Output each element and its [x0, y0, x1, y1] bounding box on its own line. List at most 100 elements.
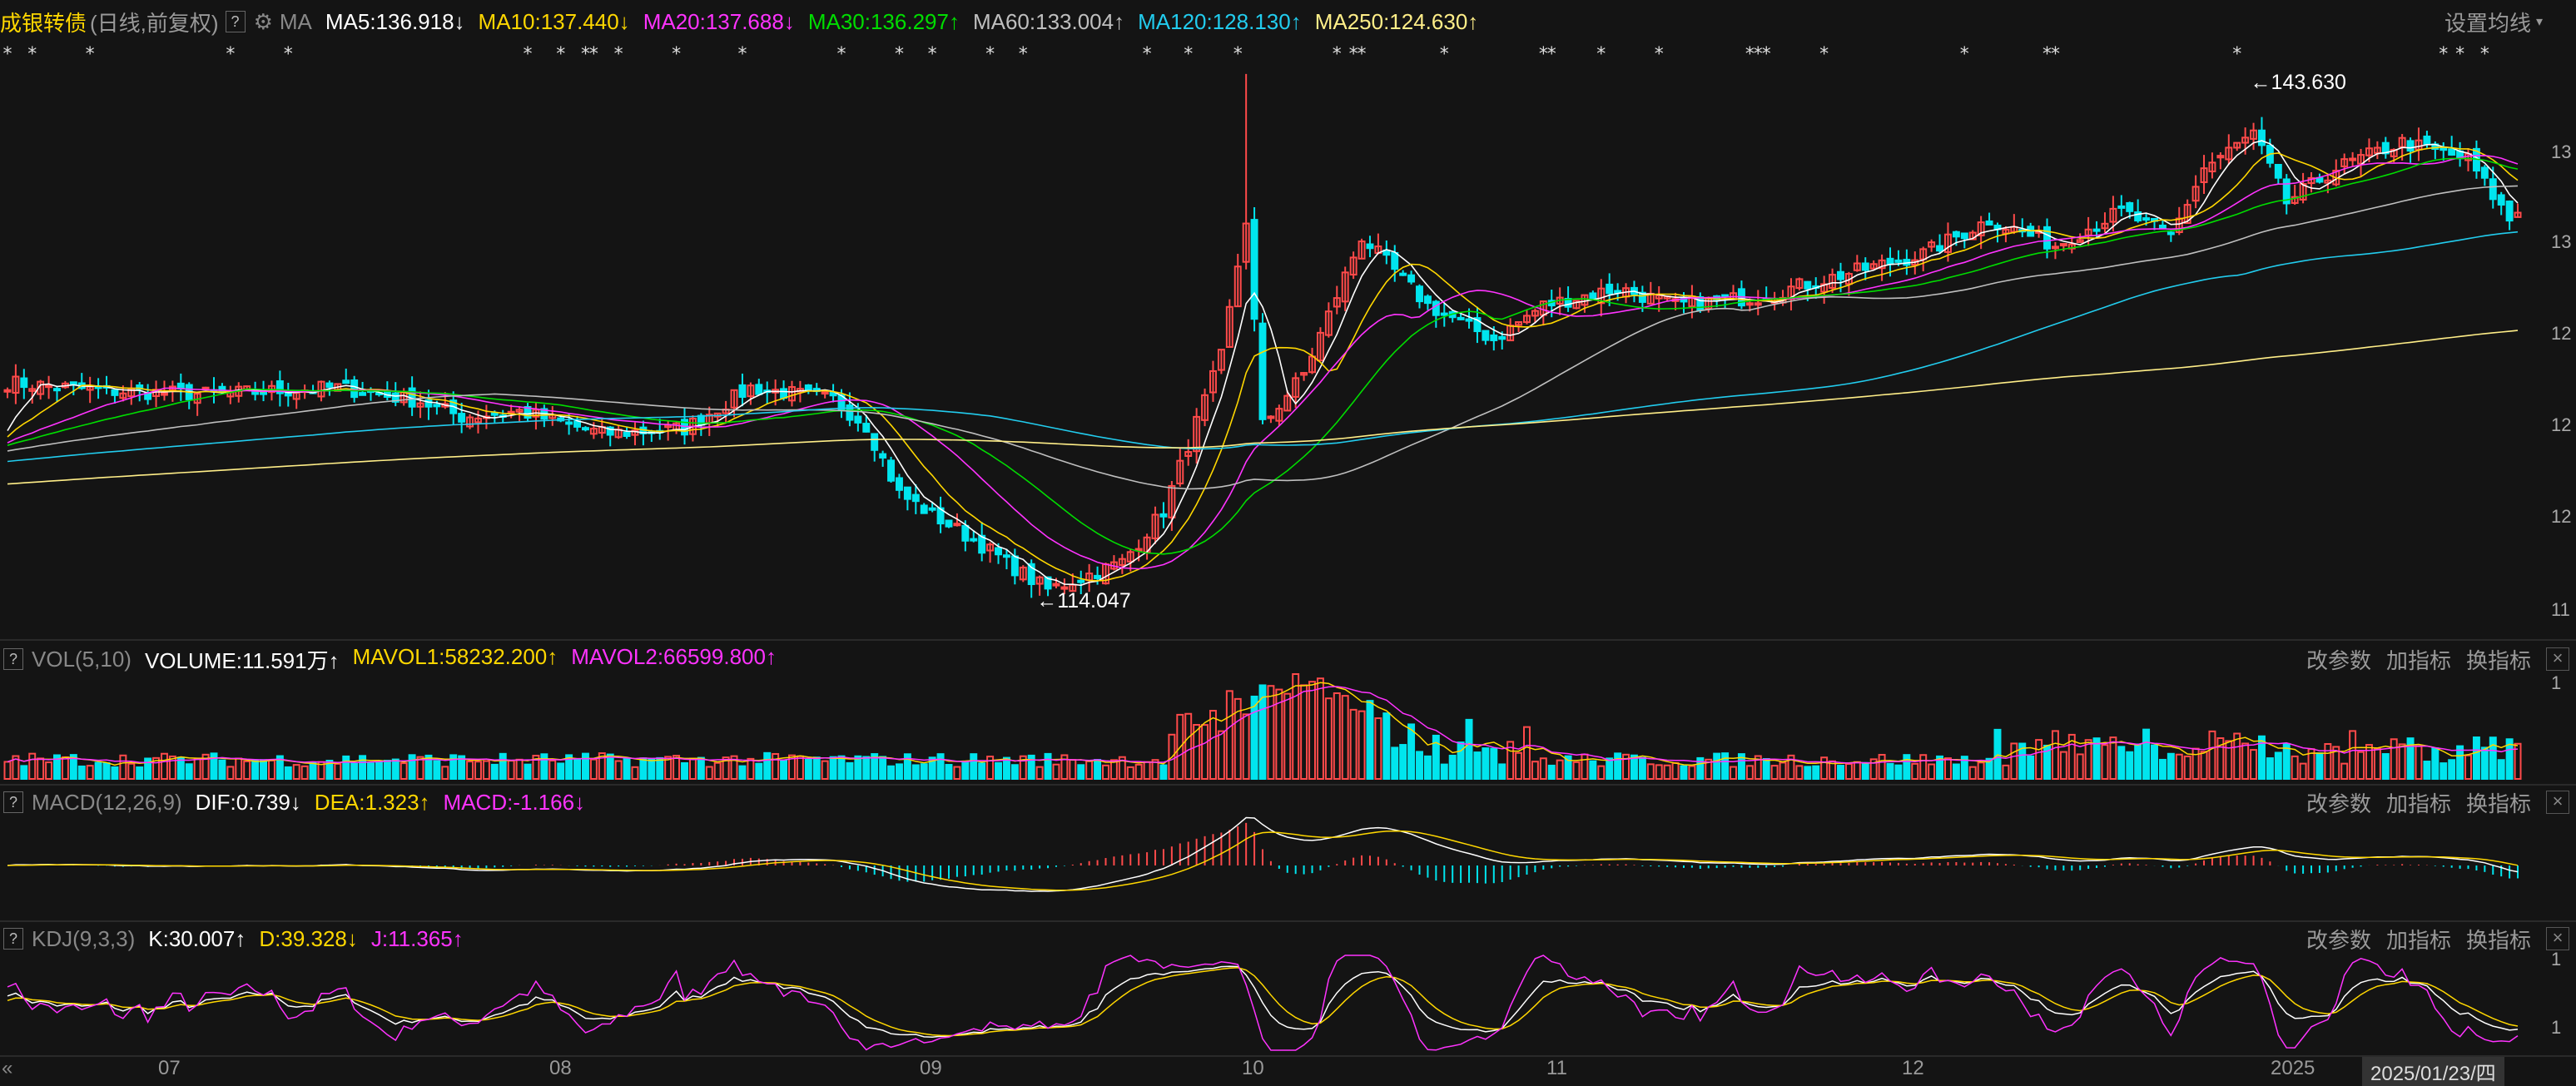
volume-bar[interactable] [1606, 757, 1614, 780]
candle-body[interactable] [1432, 300, 1440, 316]
volume-bar[interactable] [2299, 762, 2307, 780]
volume-bar[interactable] [1094, 759, 1102, 781]
volume-bar[interactable] [681, 761, 688, 780]
volume-bar[interactable] [978, 762, 986, 780]
volume-bar[interactable] [2390, 738, 2398, 781]
volume-bar[interactable] [292, 764, 300, 780]
volume-bar[interactable] [812, 756, 821, 781]
candle-body[interactable] [342, 379, 350, 384]
volume-bar[interactable] [961, 761, 970, 780]
volume-bar[interactable] [1820, 756, 1829, 780]
candle-body[interactable] [565, 421, 573, 425]
volume-bar[interactable] [334, 762, 342, 780]
volume-bar[interactable] [2381, 753, 2390, 780]
volume-bar[interactable] [1638, 756, 1646, 781]
volume-bar[interactable] [1490, 747, 1498, 780]
candle-body[interactable] [1399, 272, 1407, 276]
volume-bar[interactable] [1002, 756, 1010, 781]
candle-body[interactable] [2315, 176, 2324, 183]
candle-body[interactable] [69, 381, 77, 385]
candle-body[interactable] [176, 382, 185, 389]
volume-bar[interactable] [2051, 730, 2059, 781]
volume-bar[interactable] [507, 760, 515, 780]
volume-bar[interactable] [1853, 761, 1861, 780]
volume-bar[interactable] [400, 762, 408, 780]
volume-bar[interactable] [1680, 765, 1688, 781]
volume-bar[interactable] [705, 766, 713, 780]
candle-body[interactable] [862, 423, 871, 433]
event-marker[interactable]: * [928, 44, 937, 65]
volume-bar[interactable] [2489, 736, 2497, 781]
volume-bar[interactable] [1688, 765, 1696, 780]
candle-body[interactable] [911, 493, 920, 503]
candle-body[interactable] [2051, 245, 2059, 250]
volume-bar[interactable] [1597, 765, 1606, 780]
volume-bar[interactable] [1010, 764, 1019, 780]
volume-bar[interactable] [1547, 764, 1556, 781]
candle-body[interactable] [2274, 163, 2282, 179]
volume-bar[interactable] [2266, 757, 2274, 780]
volume-bar[interactable] [2497, 759, 2505, 781]
volume-bar[interactable] [1581, 753, 1589, 781]
volume-bar[interactable] [945, 764, 953, 781]
volume-bar[interactable] [350, 762, 359, 781]
volume-bar[interactable] [524, 763, 532, 780]
volume-bar[interactable] [1300, 684, 1308, 780]
event-marker[interactable]: * [985, 44, 995, 65]
volume-bar[interactable] [1267, 685, 1275, 780]
volume-bar[interactable] [2324, 742, 2332, 780]
candle-body[interactable] [458, 413, 466, 423]
volume-bar[interactable] [102, 761, 111, 781]
volume-bar[interactable] [887, 765, 896, 780]
volume-bar[interactable] [1316, 677, 1324, 781]
volume-bar[interactable] [2101, 744, 2109, 780]
close-icon[interactable]: × [2546, 927, 2569, 950]
volume-bar[interactable] [1382, 712, 1391, 781]
params-button[interactable]: 改参数 [2306, 644, 2371, 675]
candle-body[interactable] [961, 524, 970, 542]
volume-bar[interactable] [111, 766, 119, 781]
volume-bar[interactable] [490, 763, 499, 781]
candle-body[interactable] [1077, 579, 1085, 583]
volume-bar[interactable] [1399, 744, 1407, 780]
volume-bar[interactable] [474, 761, 482, 780]
candle-body[interactable] [1754, 302, 1762, 306]
volume-bar[interactable] [77, 765, 86, 781]
volume-bar[interactable] [2200, 751, 2208, 781]
candle-body[interactable] [325, 382, 334, 389]
candle-body[interactable] [821, 391, 829, 395]
volume-bar[interactable] [2291, 755, 2299, 780]
candle-body[interactable] [1002, 554, 1010, 558]
vol-help-button[interactable]: ? [3, 648, 23, 670]
volume-bar[interactable] [2158, 758, 2167, 781]
volume-bar[interactable] [2349, 730, 2357, 781]
volume-bar[interactable] [772, 752, 780, 781]
volume-bar[interactable] [1448, 754, 1457, 781]
candle-body[interactable] [895, 477, 903, 491]
switch-indicator-button[interactable]: 换指标 [2466, 644, 2531, 675]
volume-bar[interactable] [185, 763, 193, 781]
event-marker[interactable]: * [2480, 44, 2489, 65]
event-marker[interactable]: * [2051, 44, 2060, 65]
volume-bar[interactable] [2183, 755, 2191, 781]
candle-body[interactable] [623, 431, 631, 437]
volume-bar[interactable] [656, 756, 664, 781]
volume-bar[interactable] [260, 759, 267, 780]
event-marker[interactable]: * [1547, 44, 1556, 65]
event-marker[interactable]: * [2439, 44, 2448, 65]
candle-body[interactable] [1696, 295, 1705, 311]
candle-body[interactable] [433, 404, 441, 408]
volume-bar[interactable] [61, 756, 69, 780]
candle-body[interactable] [1837, 270, 1844, 280]
candle-body[interactable] [1861, 262, 1869, 271]
volume-bar[interactable] [1589, 760, 1597, 781]
volume-bar[interactable] [441, 766, 449, 780]
gear-icon[interactable]: ⚙ [254, 9, 273, 35]
volume-bar[interactable] [1457, 741, 1465, 780]
candle-body[interactable] [1267, 415, 1275, 419]
volume-bar[interactable] [821, 760, 829, 780]
add-indicator-button[interactable]: 加指标 [2386, 787, 2451, 818]
volume-bar[interactable] [375, 761, 383, 780]
candle-body[interactable] [995, 547, 1002, 556]
volume-bar[interactable] [1143, 761, 1151, 780]
